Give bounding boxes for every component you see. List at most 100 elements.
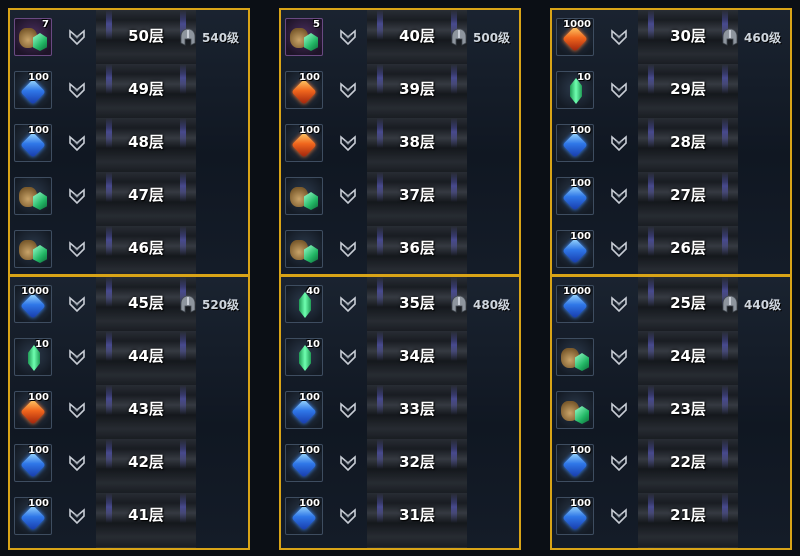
rank-chevron-icon xyxy=(339,134,357,152)
floor-label: 41层 xyxy=(128,506,164,524)
reward-item-slot[interactable]: 10 xyxy=(556,71,594,109)
reward-item-slot[interactable] xyxy=(556,391,594,429)
rank-chevron-icon xyxy=(339,507,357,525)
floor-row: 100 22层 xyxy=(552,436,790,490)
rank-chevron-icon xyxy=(68,454,86,472)
blue-gem-icon xyxy=(562,185,588,211)
floor-label: 47层 xyxy=(128,186,164,204)
floor-label: 43层 xyxy=(128,400,164,418)
rank-chevron-icon xyxy=(68,240,86,258)
rank-chevron-icon xyxy=(68,28,86,46)
floor-row: 100 26层 xyxy=(552,222,790,274)
item-quantity: 1000 xyxy=(563,286,591,297)
helmet-icon xyxy=(722,295,738,313)
item-quantity: 100 xyxy=(299,72,320,83)
item-quantity: 100 xyxy=(299,392,320,403)
floor-label: 30层 xyxy=(670,27,706,45)
floor-row: 40 35层 480级 xyxy=(281,277,519,331)
rank-chevron-icon xyxy=(339,240,357,258)
reward-item-slot[interactable]: 1000 xyxy=(14,285,52,323)
level-requirement: 480级 xyxy=(473,298,511,312)
item-quantity: 40 xyxy=(306,286,320,297)
reward-item-slot[interactable] xyxy=(556,338,594,376)
blue-gem-icon xyxy=(20,132,46,158)
floor-row: 100 32层 xyxy=(281,436,519,490)
red-gem-icon xyxy=(291,132,317,158)
helmet-icon xyxy=(722,28,738,46)
floor-row: 1000 30层 460级 xyxy=(552,10,790,64)
reward-item-slot[interactable]: 5 xyxy=(285,18,323,56)
rank-chevron-icon xyxy=(339,187,357,205)
reward-item-slot[interactable]: 100 xyxy=(285,391,323,429)
reward-item-slot[interactable]: 100 xyxy=(556,124,594,162)
floor-row: 7 50层 540级 xyxy=(10,10,248,64)
floor-label: 31层 xyxy=(399,506,435,524)
reward-item-slot[interactable]: 7 xyxy=(14,18,52,56)
reward-item-slot[interactable]: 100 xyxy=(556,444,594,482)
blue-gem-icon xyxy=(562,132,588,158)
floor-row: 23层 xyxy=(552,383,790,437)
item-quantity: 100 xyxy=(570,178,591,189)
item-quantity: 100 xyxy=(570,445,591,456)
reward-item-slot[interactable]: 100 xyxy=(556,177,594,215)
floor-row: 5 40层 500级 xyxy=(281,10,519,64)
reward-item-slot[interactable]: 100 xyxy=(285,124,323,162)
reward-item-slot[interactable]: 100 xyxy=(556,230,594,268)
floor-row: 10 29层 xyxy=(552,63,790,117)
item-quantity: 100 xyxy=(299,445,320,456)
rank-chevron-icon xyxy=(610,81,628,99)
floor-label: 33层 xyxy=(399,400,435,418)
rank-chevron-icon xyxy=(610,187,628,205)
red-gem-icon xyxy=(562,26,588,52)
floor-label: 40层 xyxy=(399,27,435,45)
reward-item-slot[interactable]: 100 xyxy=(285,497,323,535)
reward-item-slot[interactable]: 1000 xyxy=(556,18,594,56)
red-gem-icon xyxy=(291,79,317,105)
reward-item-slot[interactable]: 100 xyxy=(14,71,52,109)
rank-chevron-icon xyxy=(610,507,628,525)
floor-label: 25层 xyxy=(670,294,706,312)
reward-item-slot[interactable]: 1000 xyxy=(556,285,594,323)
item-quantity: 100 xyxy=(28,498,49,509)
floor-label: 38层 xyxy=(399,133,435,151)
reward-item-slot[interactable]: 100 xyxy=(14,444,52,482)
rank-chevron-icon xyxy=(610,240,628,258)
reward-item-slot[interactable]: 100 xyxy=(14,124,52,162)
item-quantity: 100 xyxy=(28,445,49,456)
floor-row: 100 49层 xyxy=(10,63,248,117)
floor-label: 46层 xyxy=(128,239,164,257)
rank-chevron-icon xyxy=(339,28,357,46)
floor-label: 29层 xyxy=(670,80,706,98)
item-quantity: 100 xyxy=(299,498,320,509)
floor-label: 24层 xyxy=(670,347,706,365)
reward-item-slot[interactable]: 10 xyxy=(285,338,323,376)
blue-gem-icon xyxy=(291,452,317,478)
level-requirement: 460级 xyxy=(744,31,782,45)
floor-label: 28层 xyxy=(670,133,706,151)
floor-label: 27层 xyxy=(670,186,706,204)
reward-item-slot[interactable]: 100 xyxy=(285,71,323,109)
blue-gem-icon xyxy=(291,505,317,531)
floor-label: 39层 xyxy=(399,80,435,98)
reward-item-slot[interactable] xyxy=(14,230,52,268)
blue-gem-icon xyxy=(20,293,46,319)
item-quantity: 100 xyxy=(28,72,49,83)
rank-chevron-icon xyxy=(339,454,357,472)
item-quantity: 10 xyxy=(577,72,591,83)
reward-item-slot[interactable] xyxy=(14,177,52,215)
reward-item-slot[interactable]: 100 xyxy=(285,444,323,482)
reward-item-slot[interactable]: 100 xyxy=(14,497,52,535)
floor-row: 100 33层 xyxy=(281,383,519,437)
reward-item-slot[interactable] xyxy=(285,230,323,268)
floor-row: 1000 45层 520级 xyxy=(10,277,248,331)
reward-item-slot[interactable] xyxy=(285,177,323,215)
item-quantity: 100 xyxy=(570,231,591,242)
reward-item-slot[interactable]: 100 xyxy=(556,497,594,535)
reward-panel: 1000 45层 520级 10 44层 100 43层 100 42层 100 41层 xyxy=(8,275,250,550)
rank-chevron-icon xyxy=(339,401,357,419)
item-quantity: 1000 xyxy=(21,286,49,297)
reward-item-slot[interactable]: 40 xyxy=(285,285,323,323)
item-quantity: 100 xyxy=(299,125,320,136)
reward-item-slot[interactable]: 100 xyxy=(14,391,52,429)
reward-item-slot[interactable]: 10 xyxy=(14,338,52,376)
